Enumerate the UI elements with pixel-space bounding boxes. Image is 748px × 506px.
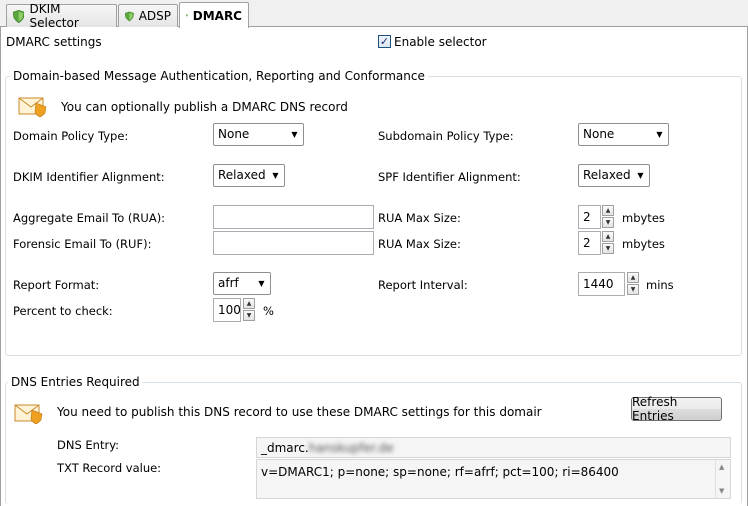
spin-up-icon[interactable]: ▲: [602, 231, 614, 242]
dns-info-text: You need to publish this DNS record to u…: [57, 405, 542, 419]
report-interval-spinner[interactable]: ▲ ▼: [627, 272, 639, 296]
dns-entry-domain: hanskupfer.de: [308, 441, 394, 455]
report-format-value: afrf: [218, 276, 239, 290]
ruf-max-size-label: RUA Max Size:: [378, 237, 461, 251]
subdomain-policy-value: None: [583, 127, 615, 141]
txt-record-scrollbar[interactable]: ▲ ▼: [715, 460, 730, 498]
spin-down-icon[interactable]: ▼: [243, 310, 255, 321]
tab-dkim-selector[interactable]: DKIM Selector: [6, 2, 117, 30]
scroll-up-icon[interactable]: ▲: [719, 463, 724, 471]
report-interval-unit: mins: [646, 278, 674, 292]
chevron-down-icon: ▼: [656, 130, 663, 139]
enable-selector-label: Enable selector: [394, 35, 487, 49]
section-title: DMARC settings: [6, 35, 102, 49]
ruf-input[interactable]: [213, 231, 374, 255]
chevron-down-icon: ▼: [272, 171, 279, 180]
spf-alignment-select[interactable]: Relaxed ▼: [578, 164, 650, 187]
tab-label: DKIM Selector: [29, 2, 79, 30]
dns-entry-prefix: _dmarc.: [261, 441, 309, 455]
percent-spinner[interactable]: ▲ ▼: [243, 298, 255, 322]
scroll-down-icon[interactable]: ▼: [719, 487, 724, 495]
percent-label: Percent to check:: [13, 304, 113, 318]
txt-record-label: TXT Record value:: [57, 461, 162, 475]
dkim-alignment-select[interactable]: Relaxed ▼: [213, 164, 285, 187]
tab-dmarc[interactable]: DMARC: [179, 2, 249, 28]
ruf-label: Forensic Email To (RUF):: [13, 237, 152, 251]
dkim-alignment-value: Relaxed: [218, 168, 266, 182]
rua-input[interactable]: [213, 205, 374, 229]
txt-record-value: v=DMARC1; p=none; sp=none; rf=afrf; pct=…: [261, 465, 619, 479]
shield-icon: [186, 14, 188, 17]
report-format-select[interactable]: afrf ▼: [213, 272, 271, 295]
chevron-down-icon: ▼: [258, 279, 265, 288]
tab-bar: DKIM Selector ADSP DMARC: [0, 0, 748, 30]
domain-policy-value: None: [218, 127, 250, 141]
domain-policy-select[interactable]: None ▼: [213, 123, 304, 146]
spin-up-icon[interactable]: ▲: [602, 205, 614, 216]
dns-group-legend: DNS Entries Required: [8, 375, 143, 389]
dns-entry-label: DNS Entry:: [57, 438, 120, 452]
report-interval-label: Report Interval:: [378, 278, 468, 292]
spin-down-icon[interactable]: ▼: [602, 243, 614, 254]
percent-input[interactable]: 100: [213, 298, 241, 322]
refresh-entries-button[interactable]: Refresh Entries: [631, 395, 722, 423]
rua-max-size-spinner[interactable]: ▲ ▼: [602, 205, 614, 229]
txt-record-field[interactable]: v=DMARC1; p=none; sp=none; rf=afrf; pct=…: [256, 459, 731, 499]
shield-icon: [13, 9, 25, 23]
tab-label: DMARC: [192, 8, 242, 23]
report-interval-input[interactable]: 1440: [578, 272, 625, 296]
subdomain-policy-select[interactable]: None ▼: [578, 123, 669, 146]
envelope-icon: [14, 404, 43, 424]
dmarc-group-legend: Domain-based Message Authentication, Rep…: [10, 69, 428, 83]
envelope-icon: [18, 97, 47, 117]
tab-label: ADSP: [138, 9, 171, 23]
spin-up-icon[interactable]: ▲: [243, 298, 255, 309]
spf-alignment-label: SPF Identifier Alignment:: [378, 170, 521, 184]
rua-label: Aggregate Email To (RUA):: [13, 211, 166, 225]
enable-selector-checkbox[interactable]: ✓: [378, 35, 391, 48]
ruf-max-size-spinner[interactable]: ▲ ▼: [602, 231, 614, 255]
spf-alignment-value: Relaxed: [583, 168, 631, 182]
spin-down-icon[interactable]: ▼: [627, 284, 639, 295]
chevron-down-icon: ▼: [637, 171, 644, 180]
shield-icon: [125, 11, 134, 21]
ruf-max-size-input[interactable]: 2: [578, 231, 601, 255]
subdomain-policy-label: Subdomain Policy Type:: [378, 129, 514, 143]
rua-max-size-input[interactable]: 2: [578, 205, 601, 229]
domain-policy-label: Domain Policy Type:: [13, 129, 129, 143]
dmarc-info-text: You can optionally publish a DMARC DNS r…: [61, 100, 348, 114]
rua-max-size-unit: mbytes: [622, 211, 665, 225]
percent-unit: %: [263, 304, 274, 318]
report-format-label: Report Format:: [13, 278, 100, 292]
spin-up-icon[interactable]: ▲: [627, 272, 639, 283]
ruf-max-size-unit: mbytes: [622, 237, 665, 251]
dkim-alignment-label: DKIM Identifier Alignment:: [13, 170, 165, 184]
chevron-down-icon: ▼: [291, 130, 298, 139]
spin-down-icon[interactable]: ▼: [602, 217, 614, 228]
tab-adsp[interactable]: ADSP: [118, 4, 178, 27]
rua-max-size-label: RUA Max Size:: [378, 211, 461, 225]
dns-entry-field[interactable]: _dmarc.hanskupfer.de: [256, 437, 731, 458]
